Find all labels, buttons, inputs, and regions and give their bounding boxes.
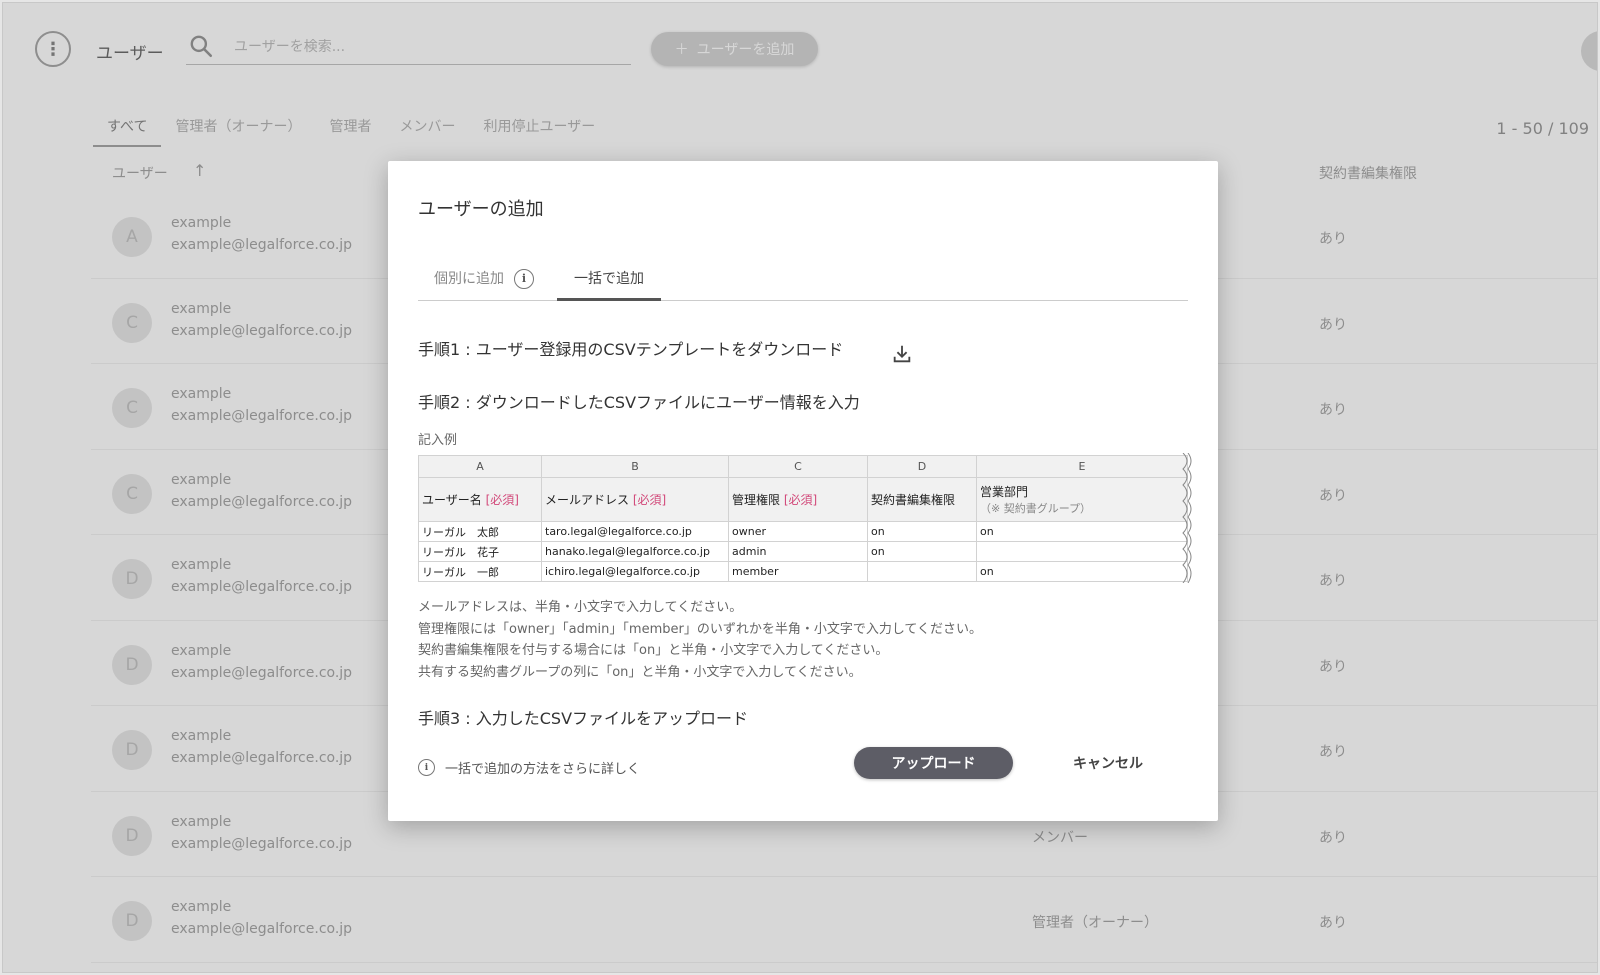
required-tag: [必須] [485,493,519,507]
header-row: ユーザー名 [必須] メールアドレス [必須] 管理権限 [必須] 契約書編集権… [418,477,1188,522]
column-letter: A [418,455,542,478]
instruction-line: メールアドレスは、半角・小文字で入力してください。 [418,600,743,615]
required-tag: [必須] [783,493,818,507]
cell: on [867,521,977,542]
step3-heading: 手順3 : 入力したCSVファイルをアップロード [418,709,749,728]
instruction-line: 共有する契約書グループの列に「on」と半角・小文字で入力してください。 [418,664,862,680]
header-contract-edit: 契約書編集権限 [867,477,977,522]
table-row: リーガル 一郎 ichiro.legal@legalforce.co.jp me… [418,561,1188,582]
add-user-dialog: ユーザーの追加 個別に追加 i 一括で追加 手順1 : ユーザー登録用のCSVテ… [388,161,1218,821]
cell: member [728,561,868,582]
cell: リーガル 太郎 [418,521,542,542]
cell: リーガル 花子 [418,541,542,562]
column-letter-row: A B C D E [418,455,1188,478]
cell: リーガル 一郎 [418,561,542,582]
info-icon[interactable]: i [514,269,534,289]
instruction-line: 管理権限には「owner」「admin」「member」のいずれかを半角・小文字… [418,621,983,637]
dialog-tabs: 個別に追加 i 一括で追加 [418,261,1188,301]
app-window: ⋮ ユーザー ＋ ユーザーを追加 すべて 管理者（オーナー） 管理者 メンバー … [2,2,1598,973]
header-dept-note: （※ 契約書グループ） [980,502,1092,515]
cell: taro.legal@legalforce.co.jp [541,521,729,542]
step2-heading: 手順2 : ダウンロードしたCSVファイルにユーザー情報を入力 [418,393,860,412]
tab-add-individually-label: 個別に追加 [434,271,504,287]
cell [867,561,977,582]
cell: ichiro.legal@legalforce.co.jp [541,561,729,582]
tab-add-in-bulk[interactable]: 一括で追加 [557,261,661,301]
required-tag: [必須] [632,493,667,507]
cell: on [867,541,977,562]
tab-add-individually[interactable]: 個別に追加 i [434,261,534,297]
download-icon[interactable] [891,343,913,365]
column-letter: D [867,455,977,478]
header-cell: 管理権限 [必須] [728,477,868,522]
cell: admin [728,541,868,562]
column-letter: E [976,455,1188,478]
header-cell: メールアドレス [必須] [541,477,729,522]
dialog-title: ユーザーの追加 [418,199,544,220]
instructions: メールアドレスは、半角・小文字で入力してください。 管理権限には「owner」「… [418,597,982,683]
header-admin: 管理権限 [732,493,781,507]
cell [976,541,1188,562]
cancel-button[interactable]: キャンセル [1048,747,1168,779]
column-letter: B [541,455,729,478]
header-dept: 営業部門 [980,485,1029,499]
cell: hanako.legal@legalforce.co.jp [541,541,729,562]
cell: on [976,561,1188,582]
torn-edge-decoration [1182,453,1192,583]
upload-button[interactable]: アップロード [854,747,1013,779]
header-cell: ユーザー名 [必須] [418,477,542,522]
cell: on [976,521,1188,542]
header-user-name: ユーザー名 [422,493,482,507]
learn-more-link[interactable]: i 一括で追加の方法をさらに詳しく [418,758,640,777]
table-row: リーガル 花子 hanako.legal@legalforce.co.jp ad… [418,541,1188,562]
example-label: 記入例 [418,433,458,448]
column-letter: C [728,455,868,478]
info-icon: i [418,759,435,776]
step1-heading: 手順1 : ユーザー登録用のCSVテンプレートをダウンロード [418,340,844,359]
table-row: リーガル 太郎 taro.legal@legalforce.co.jp owne… [418,521,1188,542]
header-cell: 営業部門 （※ 契約書グループ） [976,477,1188,522]
header-email: メールアドレス [545,493,630,507]
instruction-line: 契約書編集権限を付与する場合には「on」と半角・小文字で入力してください。 [418,643,889,658]
learn-more-label: 一括で追加の方法をさらに詳しく [445,762,641,777]
cell: owner [728,521,868,542]
csv-example-table: A B C D E ユーザー名 [必須] メールアドレス [必須] 管理権限 [… [418,455,1188,582]
